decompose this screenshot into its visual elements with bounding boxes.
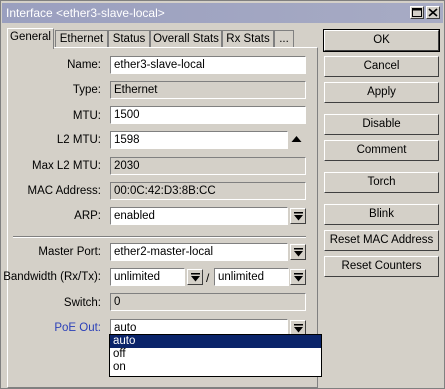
dropdown-arrow-icon xyxy=(191,273,200,282)
apply-button[interactable]: Apply xyxy=(324,82,439,103)
maximize-button[interactable] xyxy=(410,6,424,19)
type-label: Type: xyxy=(72,84,101,96)
close-button[interactable] xyxy=(426,6,440,19)
section-divider xyxy=(13,236,306,238)
tab-overall-stats[interactable]: Overall Stats xyxy=(150,30,222,47)
bandwidth-rx-select[interactable]: unlimited xyxy=(110,268,185,286)
max-l2mtu-label: Max L2 MTU: xyxy=(31,160,101,172)
cancel-button[interactable]: Cancel xyxy=(324,56,439,77)
switch-value: 0 xyxy=(110,293,306,311)
poe-option-auto[interactable]: auto xyxy=(110,335,321,348)
tab-ethernet[interactable]: Ethernet xyxy=(55,30,108,47)
title-bar[interactable]: Interface <ether3-slave-local> xyxy=(2,3,443,23)
close-icon xyxy=(428,8,438,17)
max-l2mtu-value: 2030 xyxy=(110,157,306,175)
bandwidth-tx-dropdown-button[interactable] xyxy=(290,269,306,285)
collapse-up-icon[interactable] xyxy=(291,134,302,147)
tab-status[interactable]: Status xyxy=(108,30,150,47)
maximize-icon xyxy=(412,8,422,17)
name-label: Name: xyxy=(67,59,101,71)
mac-label: MAC Address: xyxy=(27,185,102,197)
window-title: Interface <ether3-slave-local> xyxy=(6,6,165,20)
arp-dropdown-button[interactable] xyxy=(290,208,306,224)
master-port-select[interactable]: ether2-master-local xyxy=(110,243,288,261)
reset-counters-button[interactable]: Reset Counters xyxy=(324,256,439,277)
interface-window: Interface <ether3-slave-local> General E… xyxy=(0,0,445,389)
reset-mac-address-button[interactable]: Reset MAC Address xyxy=(324,230,439,251)
arp-select[interactable]: enabled xyxy=(110,207,288,225)
switch-label: Switch: xyxy=(63,297,101,309)
dropdown-arrow-icon xyxy=(294,324,303,333)
dropdown-arrow-icon xyxy=(294,273,303,282)
poe-option-on[interactable]: on xyxy=(110,361,321,374)
tab-rx-stats[interactable]: Rx Stats xyxy=(222,30,274,47)
blink-button[interactable]: Blink xyxy=(324,204,439,225)
bandwidth-separator: / xyxy=(206,271,210,285)
type-value: Ethernet xyxy=(110,81,306,99)
poe-out-options-list: auto off on xyxy=(109,334,322,377)
dropdown-arrow-icon xyxy=(294,212,303,221)
mtu-input[interactable]: 1500 xyxy=(110,106,306,124)
poe-out-label: PoE Out: xyxy=(54,322,101,334)
mac-value: 00:0C:42:D3:8B:CC xyxy=(110,182,306,200)
disable-button[interactable]: Disable xyxy=(324,114,439,135)
master-port-dropdown-button[interactable] xyxy=(290,244,306,260)
name-input[interactable]: ether3-slave-local xyxy=(110,56,306,74)
poe-option-off[interactable]: off xyxy=(110,348,321,361)
arp-label: ARP: xyxy=(74,210,101,222)
master-port-label: Master Port: xyxy=(38,246,101,258)
tab-more[interactable]: ... xyxy=(274,30,294,47)
l2mtu-input[interactable]: 1598 xyxy=(110,131,288,149)
ok-button[interactable]: OK xyxy=(323,29,440,52)
mtu-label: MTU: xyxy=(72,110,101,122)
torch-button[interactable]: Torch xyxy=(324,172,439,193)
bandwidth-label: Bandwidth (Rx/Tx): xyxy=(3,271,101,283)
comment-button[interactable]: Comment xyxy=(324,140,439,161)
bandwidth-tx-select[interactable]: unlimited xyxy=(214,268,289,286)
tab-general[interactable]: General xyxy=(7,28,54,49)
bandwidth-rx-dropdown-button[interactable] xyxy=(187,269,203,285)
dropdown-arrow-icon xyxy=(294,248,303,257)
l2mtu-label: L2 MTU: xyxy=(56,134,101,146)
